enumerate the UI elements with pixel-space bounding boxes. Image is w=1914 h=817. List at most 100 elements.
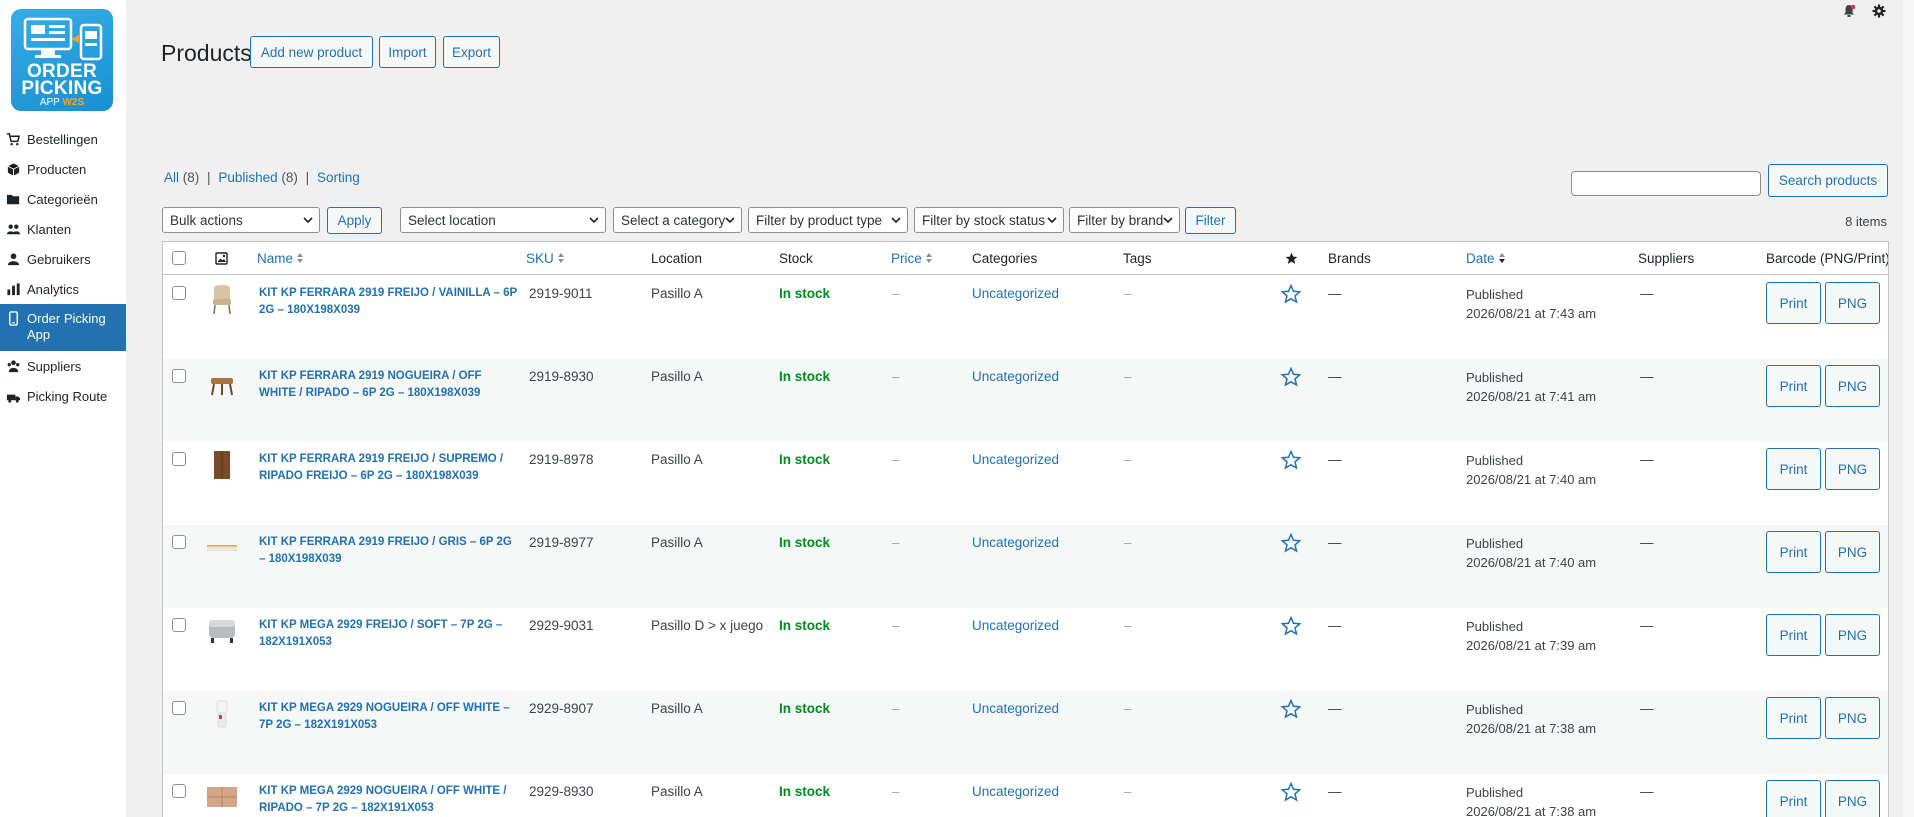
apply-button[interactable]: Apply	[327, 207, 382, 234]
product-thumbnail[interactable]	[206, 531, 238, 565]
search-input[interactable]	[1571, 171, 1761, 196]
category-link[interactable]: Uncategorized	[972, 452, 1059, 467]
barcode-png-button[interactable]: PNG	[1825, 614, 1880, 656]
featured-star-icon[interactable]	[1281, 284, 1301, 304]
column-sku[interactable]: SKU	[526, 251, 564, 266]
chevron-down-icon	[725, 217, 735, 224]
column-date[interactable]: Date	[1466, 251, 1505, 266]
barcode-print-button[interactable]: Print	[1766, 448, 1821, 490]
featured-star-icon[interactable]	[1281, 450, 1301, 470]
column-price[interactable]: Price	[891, 251, 932, 266]
product-thumbnail[interactable]	[206, 697, 238, 731]
filter-button[interactable]: Filter	[1185, 207, 1236, 234]
row-checkbox[interactable]	[172, 535, 186, 549]
product-thumbnail[interactable]	[206, 282, 238, 316]
product-brands: —	[1328, 452, 1342, 467]
sidebar-item-analytics[interactable]: Analytics	[0, 274, 126, 304]
barcode-print-button[interactable]: Print	[1766, 697, 1821, 739]
category-link[interactable]: Uncategorized	[972, 701, 1059, 716]
row-checkbox[interactable]	[172, 701, 186, 715]
featured-star-icon[interactable]	[1285, 252, 1298, 265]
featured-star-icon[interactable]	[1281, 782, 1301, 802]
product-name-link[interactable]: KIT KP MEGA 2929 NOGUEIRA / OFF WHITE – …	[259, 700, 519, 734]
category-link[interactable]: Uncategorized	[972, 535, 1059, 550]
row-checkbox[interactable]	[172, 452, 186, 466]
brand-select[interactable]: Filter by brand	[1069, 207, 1180, 233]
product-sku: 2919-9011	[529, 286, 593, 301]
page-scrollbar[interactable]	[1903, 0, 1914, 817]
barcode-png-button[interactable]: PNG	[1825, 448, 1880, 490]
export-button[interactable]: Export	[443, 36, 500, 68]
sidebar-item-order-picking-app[interactable]: Order Picking App	[0, 304, 126, 351]
sidebar-item-producten[interactable]: Producten	[0, 154, 126, 184]
column-tags: Tags	[1123, 251, 1152, 266]
import-button[interactable]: Import	[379, 36, 436, 68]
category-link[interactable]: Uncategorized	[972, 286, 1059, 301]
product-thumbnail[interactable]	[206, 365, 238, 399]
sidebar-item-label: Picking Route	[27, 388, 108, 404]
stock-status: In stock	[779, 452, 831, 467]
product-name-link[interactable]: KIT KP MEGA 2929 NOGUEIRA / OFF WHITE / …	[259, 783, 519, 817]
stock-status-select[interactable]: Filter by stock status	[914, 207, 1064, 233]
view-sorting-link[interactable]: Sorting	[317, 170, 360, 185]
product-name-link[interactable]: KIT KP MEGA 2929 FREIJO / SOFT – 7P 2G –…	[259, 617, 519, 651]
view-all-link[interactable]: All	[164, 170, 179, 185]
notification-bell-icon[interactable]	[1842, 4, 1856, 18]
product-thumbnail[interactable]	[206, 448, 238, 482]
product-name-link[interactable]: KIT KP FERRARA 2919 FREIJO / VAINILLA – …	[259, 285, 519, 319]
product-name-link[interactable]: KIT KP FERRARA 2919 NOGUEIRA / OFF WHITE…	[259, 368, 519, 402]
sidebar-item-suppliers[interactable]: Suppliers	[0, 351, 126, 381]
location-select[interactable]: Select location	[400, 207, 606, 233]
product-name-link[interactable]: KIT KP FERRARA 2919 FREIJO / GRIS – 6P 2…	[259, 534, 519, 568]
view-published-link[interactable]: Published	[218, 170, 277, 185]
product-date: Published 2026/08/21 at 7:43 am	[1466, 285, 1596, 323]
row-checkbox[interactable]	[172, 286, 186, 300]
featured-star-icon[interactable]	[1281, 533, 1301, 553]
product-suppliers: —	[1640, 701, 1654, 716]
bulk-actions-select[interactable]: Bulk actions	[162, 207, 320, 233]
product-thumbnail[interactable]	[206, 614, 238, 648]
product-thumbnail[interactable]	[206, 780, 238, 814]
row-checkbox[interactable]	[172, 369, 186, 383]
barcode-png-button[interactable]: PNG	[1825, 780, 1880, 817]
sidebar-item-gebruikers[interactable]: Gebruikers	[0, 244, 126, 274]
folder-icon	[6, 194, 20, 204]
featured-star-icon[interactable]	[1281, 367, 1301, 387]
barcode-print-button[interactable]: Print	[1766, 531, 1821, 573]
barcode-print-button[interactable]: Print	[1766, 614, 1821, 656]
location-select-value: Select location	[408, 212, 496, 228]
category-select[interactable]: Select a category	[613, 207, 742, 233]
product-tags: –	[1124, 452, 1132, 467]
sidebar-item-categorie-n[interactable]: Categorieën	[0, 184, 126, 214]
row-checkbox[interactable]	[172, 784, 186, 798]
order-picking-app-logo[interactable]: ORDER PICKING APP W2S	[11, 9, 113, 111]
add-new-product-button[interactable]: Add new product	[250, 36, 373, 68]
row-checkbox[interactable]	[172, 618, 186, 632]
barcode-png-button[interactable]: PNG	[1825, 282, 1880, 324]
column-name[interactable]: Name	[257, 251, 304, 266]
stock-status: In stock	[779, 286, 831, 301]
settings-gear-icon[interactable]	[1872, 4, 1886, 18]
sidebar-item-picking-route[interactable]: Picking Route	[0, 381, 126, 411]
category-link[interactable]: Uncategorized	[972, 784, 1059, 799]
category-link[interactable]: Uncategorized	[972, 618, 1059, 633]
barcode-print-button[interactable]: Print	[1766, 365, 1821, 407]
featured-star-icon[interactable]	[1281, 699, 1301, 719]
barcode-print-button[interactable]: Print	[1766, 282, 1821, 324]
barcode-png-button[interactable]: PNG	[1825, 365, 1880, 407]
search-products-button[interactable]: Search products	[1768, 164, 1888, 197]
sidebar-item-bestellingen[interactable]: Bestellingen	[0, 124, 126, 154]
column-sku-label: SKU	[526, 251, 554, 266]
chevron-down-icon	[1047, 217, 1057, 224]
product-tags: –	[1124, 618, 1132, 633]
product-type-select[interactable]: Filter by product type	[748, 207, 908, 233]
sidebar-item-klanten[interactable]: Klanten	[0, 214, 126, 244]
select-all-checkbox[interactable]	[172, 251, 186, 265]
barcode-print-button[interactable]: Print	[1766, 780, 1821, 817]
product-name-link[interactable]: KIT KP FERRARA 2919 FREIJO / SUPREMO / R…	[259, 451, 519, 485]
featured-star-icon[interactable]	[1281, 616, 1301, 636]
category-link[interactable]: Uncategorized	[972, 369, 1059, 384]
barcode-png-button[interactable]: PNG	[1825, 531, 1880, 573]
user-icon	[7, 252, 20, 265]
barcode-png-button[interactable]: PNG	[1825, 697, 1880, 739]
